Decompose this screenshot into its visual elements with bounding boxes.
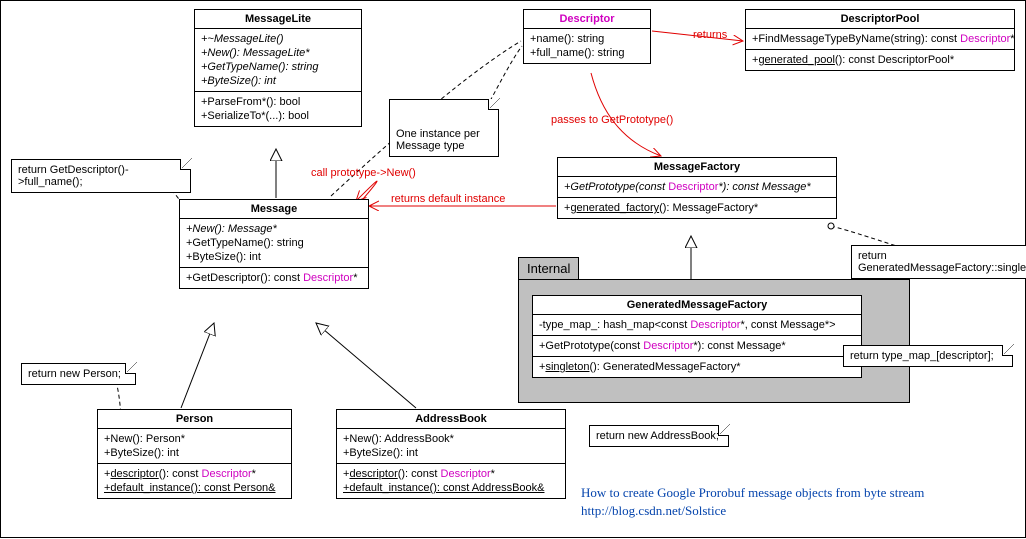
note-fold-icon — [125, 363, 136, 374]
class-messagefactory: MessageFactory +GetPrototype(const Descr… — [557, 157, 837, 219]
footer-url: http://blog.csdn.net/Solstice — [581, 503, 726, 519]
method: +~MessageLite() — [201, 32, 355, 46]
method: +GetTypeName(): string — [201, 60, 355, 74]
class-title: Person — [98, 410, 291, 429]
note-newaddressbook: return new AddressBook; — [589, 425, 729, 447]
class-title: Descriptor — [524, 10, 650, 29]
internal-tab: Internal — [518, 257, 579, 279]
class-descriptor: Descriptor +name(): string +full_name():… — [523, 9, 651, 64]
note-typemap: return type_map_[descriptor]; — [843, 345, 1013, 367]
method: +ParseFrom*(): bool — [201, 95, 355, 109]
ann-callnew: call prototype->New() — [311, 167, 416, 179]
note-fold-icon — [488, 99, 499, 110]
note-getdescriptor: return GetDescriptor()->full_name(); — [11, 159, 191, 193]
class-title: DescriptorPool — [746, 10, 1014, 29]
method: +name(): string — [530, 32, 644, 46]
note-fold-icon — [1002, 345, 1013, 356]
method: +full_name(): string — [530, 46, 644, 60]
class-messagelite: MessageLite +~MessageLite() +New(): Mess… — [194, 9, 362, 127]
method: +descriptor(): const Descriptor* — [104, 467, 285, 481]
method: +ByteSize(): int — [186, 250, 362, 264]
class-message: Message +New(): Message* +GetTypeName():… — [179, 199, 369, 289]
ann-passes: passes to GetPrototype() — [551, 114, 673, 126]
class-addressbook: AddressBook +New(): AddressBook* +ByteSi… — [336, 409, 566, 499]
method: +New(): Person* — [104, 432, 285, 446]
note-fold-icon — [180, 159, 191, 170]
method: +GetPrototype(const Descriptor*): const … — [539, 339, 855, 353]
class-title: Message — [180, 200, 368, 219]
class-generatedmessagefactory: GeneratedMessageFactory -type_map_: hash… — [532, 295, 862, 378]
method: +FindMessageTypeByName(string): const De… — [752, 32, 1008, 46]
method: +generated_factory(): MessageFactory* — [564, 201, 830, 215]
class-title: MessageLite — [195, 10, 361, 29]
class-person: Person +New(): Person* +ByteSize(): int … — [97, 409, 292, 499]
attribute: -type_map_: hash_map<const Descriptor*, … — [539, 318, 855, 332]
class-title: AddressBook — [337, 410, 565, 429]
note-fold-icon — [718, 425, 729, 436]
ann-returnsdef: returns default instance — [391, 193, 505, 205]
method: +GetDescriptor(): const Descriptor* — [186, 271, 362, 285]
note-singleton: return GeneratedMessageFactory::singleto… — [851, 245, 1026, 279]
method: +ByteSize(): int — [104, 446, 285, 460]
note-newperson: return new Person; — [21, 363, 136, 385]
method: +default_instance(): const AddressBook& — [343, 481, 559, 495]
uml-diagram: MessageLite +~MessageLite() +New(): Mess… — [0, 0, 1026, 538]
method: +singleton(): GeneratedMessageFactory* — [539, 360, 855, 374]
method: +default_instance(): const Person& — [104, 481, 285, 495]
method: +GetTypeName(): string — [186, 236, 362, 250]
method: +New(): AddressBook* — [343, 432, 559, 446]
method: +GetPrototype(const Descriptor*): const … — [564, 180, 830, 194]
footer-title: How to create Google Prorobuf message ob… — [581, 485, 924, 501]
class-title: GeneratedMessageFactory — [533, 296, 861, 315]
method: +ByteSize(): int — [201, 74, 355, 88]
method: +New(): MessageLite* — [201, 46, 355, 60]
method: +SerializeTo*(...): bool — [201, 109, 355, 123]
ann-returns: returns — [693, 29, 727, 41]
method: +generated_pool(): const DescriptorPool* — [752, 53, 1008, 67]
note-oneinstance: One instance per Message type — [389, 99, 499, 157]
class-descriptorpool: DescriptorPool +FindMessageTypeByName(st… — [745, 9, 1015, 71]
method: +descriptor(): const Descriptor* — [343, 467, 559, 481]
method: +New(): Message* — [186, 222, 362, 236]
method: +ByteSize(): int — [343, 446, 559, 460]
class-title: MessageFactory — [558, 158, 836, 177]
